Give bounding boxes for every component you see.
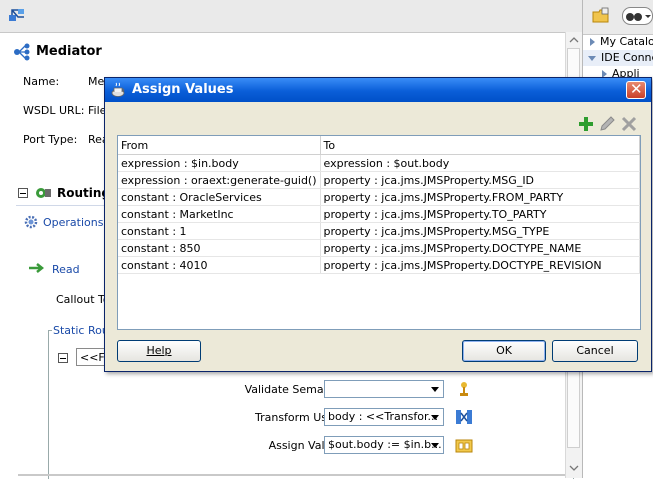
to-cell: property : jca.jms.JMSProperty.DOCTYPE_R… (320, 256, 640, 274)
validate-icon[interactable] (455, 380, 473, 398)
operations-link[interactable]: Operations (43, 216, 103, 229)
assign-values-dialog: Assign Values ✕ From To expression : $in… (104, 77, 652, 372)
tree-item-label: IDE Conne (601, 51, 653, 64)
coffee-cup-icon (111, 82, 125, 97)
arrow-right-icon (29, 263, 45, 273)
column-header-from[interactable]: From (118, 136, 321, 155)
transform-using-label: Transform Using (254, 411, 344, 424)
resource-tree-item-ide-connections[interactable]: IDE Conne (583, 50, 653, 66)
assign-values-select[interactable]: $out.body := $in.b... (324, 436, 444, 454)
chevron-down-icon (428, 439, 441, 451)
mediator-icon (14, 43, 30, 61)
from-cell: constant : 4010 (118, 256, 321, 274)
chevron-down-icon (428, 383, 441, 395)
editor-toolbar (0, 0, 582, 33)
routing-icon (36, 188, 51, 198)
tree-item-label: My Catalog (600, 35, 653, 48)
table-row[interactable]: expression : $in.body expression : $out.… (118, 154, 640, 172)
cancel-button[interactable]: Cancel (552, 340, 638, 362)
validate-semantic-select[interactable] (324, 380, 444, 398)
close-button[interactable]: ✕ (626, 80, 646, 99)
static-routing-legend: Static Rou (52, 324, 110, 337)
scroll-up-icon[interactable] (569, 36, 579, 44)
from-cell: constant : OracleServices (118, 188, 321, 206)
dialog-title-bar[interactable]: Assign Values ✕ (105, 78, 651, 102)
help-button-label: Help (146, 344, 172, 357)
to-cell: property : jca.jms.JMSProperty.MSG_ID (320, 171, 640, 189)
name-label: Name: (23, 75, 60, 88)
mediator-tool-icon[interactable] (8, 6, 26, 24)
add-icon[interactable] (577, 115, 595, 133)
from-cell: expression : $in.body (118, 154, 321, 172)
help-button[interactable]: Help (117, 340, 201, 362)
routing-collapse-toggle[interactable] (18, 188, 28, 198)
validate-semantic-label: Validate Semantic (244, 383, 344, 396)
gear-icon (24, 215, 38, 229)
assign-values-value: $out.body := $in.b... (328, 438, 442, 451)
assignments-table: From To expression : $in.body expression… (117, 135, 641, 330)
to-cell: expression : $out.body (320, 154, 640, 172)
from-cell: constant : 850 (118, 239, 321, 257)
expander-open-icon[interactable] (588, 55, 596, 61)
from-cell: expression : oraext:generate-guid() (118, 171, 321, 189)
binoculars-icon[interactable] (622, 7, 653, 25)
from-cell: constant : MarketInc (118, 205, 321, 223)
from-cell: constant : 1 (118, 222, 321, 240)
column-header-to[interactable]: To (320, 136, 640, 155)
to-cell: property : jca.jms.JMSProperty.DOCTYPE_N… (320, 239, 640, 257)
delete-icon[interactable] (620, 115, 638, 133)
to-cell: property : jca.jms.JMSProperty.FROM_PART… (320, 188, 640, 206)
scroll-down-icon[interactable] (569, 464, 579, 472)
bottom-divider (18, 474, 568, 476)
assign-values-label: Assign Values (268, 439, 344, 452)
transform-using-value: body : <<Transfor... (328, 410, 439, 423)
callout-to-label: Callout To (56, 293, 110, 306)
chevron-down-icon (428, 411, 441, 423)
port-type-label: Port Type: (23, 133, 78, 146)
table-header-row: From To (118, 136, 640, 155)
static-routing-collapse-toggle[interactable] (58, 353, 68, 363)
name-value: Me (88, 75, 105, 88)
table-row[interactable]: constant : OracleServices property : jca… (118, 188, 640, 206)
assign-icon[interactable] (455, 437, 473, 455)
resource-tree-item-my-catalogs[interactable]: My Catalog (583, 34, 653, 50)
table-row[interactable]: constant : 1 property : jca.jms.JMSPrope… (118, 222, 640, 240)
to-cell: property : jca.jms.JMSProperty.MSG_TYPE (320, 222, 640, 240)
to-cell: property : jca.jms.JMSProperty.TO_PARTY (320, 205, 640, 223)
table-row[interactable]: constant : 850 property : jca.jms.JMSPro… (118, 239, 640, 257)
transform-icon[interactable] (455, 408, 473, 426)
table-row[interactable]: expression : oraext:generate-guid() prop… (118, 171, 640, 189)
folder-icon[interactable] (592, 7, 610, 25)
cancel-button-label: Cancel (576, 344, 614, 357)
expander-icon[interactable] (590, 38, 595, 46)
routing-section-title: Routing (57, 186, 111, 200)
wsdl-url-label: WSDL URL: (23, 104, 85, 117)
pencil-icon[interactable] (598, 115, 616, 133)
mediator-title: Mediator (36, 44, 102, 59)
table-row[interactable]: constant : 4010 property : jca.jms.JMSPr… (118, 256, 640, 274)
transform-using-select[interactable]: body : <<Transfor... (324, 408, 444, 426)
read-operation-link[interactable]: Read (52, 263, 80, 276)
close-icon: ✕ (630, 80, 643, 98)
ok-button-label: OK (496, 344, 512, 357)
ok-button[interactable]: OK (462, 340, 546, 362)
dialog-title: Assign Values (132, 82, 234, 97)
table-row[interactable]: constant : MarketInc property : jca.jms.… (118, 205, 640, 223)
